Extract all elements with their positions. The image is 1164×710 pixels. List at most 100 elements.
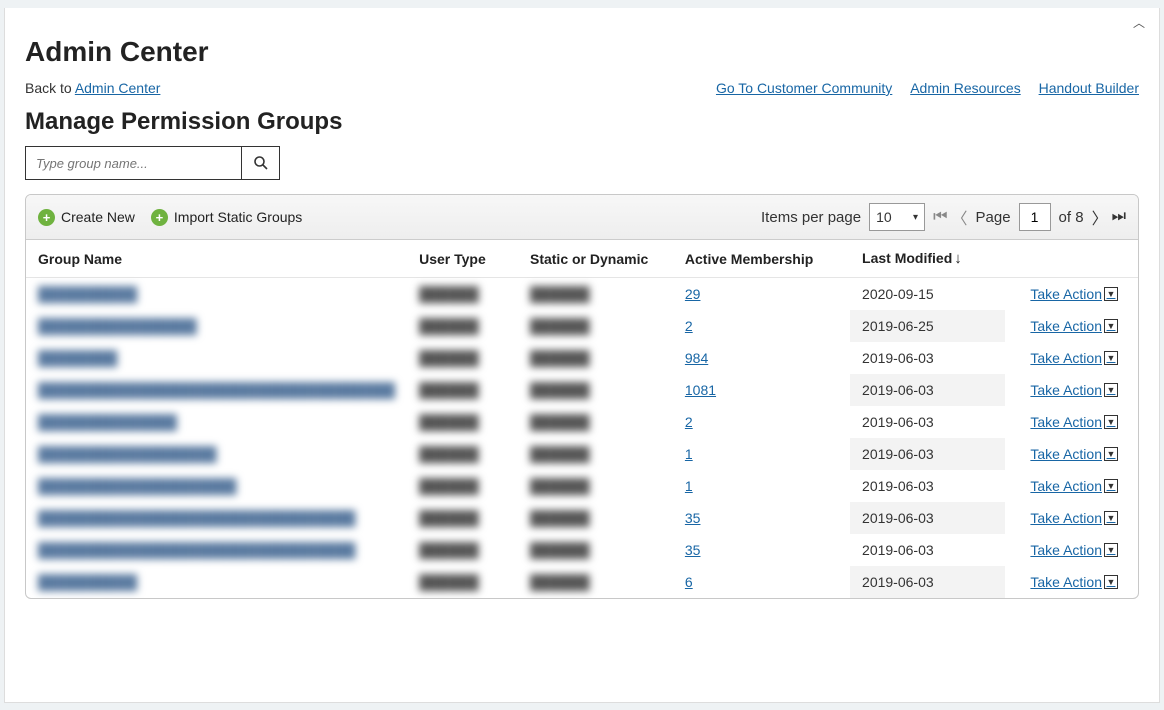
take-action-link[interactable]: Take Action▼ [1030,478,1118,494]
page-title: Admin Center [25,36,1139,68]
membership-link[interactable]: 2 [685,414,693,430]
first-page-icon[interactable]: ⏮ [933,208,947,226]
take-action-link[interactable]: Take Action▼ [1030,542,1118,558]
group-name-cell[interactable]: ████████████████████████████████████ [38,382,395,398]
membership-link[interactable]: 2 [685,318,693,334]
take-action-link[interactable]: Take Action▼ [1030,382,1118,398]
chevron-down-icon: ▼ [1104,351,1118,365]
membership-link[interactable]: 35 [685,510,701,526]
link-customer-community[interactable]: Go To Customer Community [716,80,892,96]
group-name-cell[interactable]: ████████████████████ [38,478,236,494]
col-user-type[interactable]: User Type [407,240,518,278]
membership-link[interactable]: 984 [685,350,708,366]
static-dynamic-cell: ██████ [530,446,590,462]
collapse-caret-icon[interactable]: ︿ [1133,14,1145,31]
chevron-down-icon: ▼ [1104,383,1118,397]
back-prefix: Back to [25,80,75,96]
take-action-link[interactable]: Take Action▼ [1030,286,1118,302]
static-dynamic-cell: ██████ [530,318,590,334]
page-label: Page [976,209,1011,226]
last-modified-cell: 2019-06-03 [850,406,1005,438]
static-dynamic-cell: ██████ [530,478,590,494]
last-modified-cell: 2019-06-03 [850,342,1005,374]
membership-link[interactable]: 1 [685,446,693,462]
last-modified-cell: 2019-06-03 [850,374,1005,406]
take-action-link[interactable]: Take Action▼ [1030,574,1118,590]
membership-link[interactable]: 6 [685,574,693,590]
prev-page-icon[interactable]: 〈 [951,205,967,229]
group-name-cell[interactable]: ██████████ [38,574,137,590]
user-type-cell: ██████ [419,510,479,526]
static-dynamic-cell: ██████ [530,286,590,302]
group-name-cell[interactable]: ██████████████ [38,414,177,430]
chevron-down-icon: ▼ [1104,415,1118,429]
import-static-button[interactable]: + Import Static Groups [151,209,302,226]
subheader-row: Back to Admin Center Go To Customer Comm… [5,74,1159,104]
user-type-cell: ██████ [419,318,479,334]
col-last-modified[interactable]: Last Modified↓ [850,240,1005,278]
top-links: Go To Customer Community Admin Resources… [702,80,1139,96]
link-admin-resources[interactable]: Admin Resources [910,80,1021,96]
group-name-cell[interactable]: ████████ [38,350,117,366]
static-dynamic-cell: ██████ [530,414,590,430]
take-action-link[interactable]: Take Action▼ [1030,510,1118,526]
group-name-cell[interactable]: ██████████ [38,286,137,302]
chevron-down-icon: ▼ [1104,447,1118,461]
back-link[interactable]: Admin Center [75,80,161,96]
pager-first-prev: ⏮ 〈 [933,205,967,229]
last-modified-cell: 2019-06-03 [850,502,1005,534]
user-type-cell: ██████ [419,574,479,590]
table-row: ████████████████████████████████12019-06… [26,470,1138,502]
last-modified-cell: 2019-06-03 [850,566,1005,598]
table-row: ██████████████████████████████12019-06-0… [26,438,1138,470]
header: Admin Center [5,8,1159,74]
last-page-icon[interactable]: ⏭ [1112,208,1126,226]
col-action [1005,240,1138,278]
user-type-cell: ██████ [419,286,479,302]
group-name-cell[interactable]: ██████████████████ [38,446,217,462]
import-static-label: Import Static Groups [174,209,302,225]
page-input[interactable] [1019,203,1051,231]
user-type-cell: ██████ [419,414,479,430]
create-new-button[interactable]: + Create New [38,209,135,226]
last-modified-cell: 2020-09-15 [850,278,1005,311]
table-row: ████████████████████████████████████████… [26,534,1138,566]
table-row: ████████████████████████████22019-06-25T… [26,310,1138,342]
group-name-cell[interactable]: ████████████████ [38,318,197,334]
group-name-cell[interactable]: ████████████████████████████████ [38,510,355,526]
groups-table: Group Name User Type Static or Dynamic A… [26,240,1138,598]
last-modified-cell: 2019-06-03 [850,470,1005,502]
toolbar-right: Items per page 10 ▾ ⏮ 〈 Page of 8 〉 ⏭ [761,203,1126,231]
take-action-link[interactable]: Take Action▼ [1030,414,1118,430]
table-row: ██████████████████████292020-09-15Take A… [26,278,1138,311]
group-name-cell[interactable]: ████████████████████████████████ [38,542,355,558]
page-of-label: of 8 [1059,209,1084,226]
chevron-down-icon: ▼ [1104,543,1118,557]
link-handout-builder[interactable]: Handout Builder [1039,80,1139,96]
membership-link[interactable]: 35 [685,542,701,558]
user-type-cell: ██████ [419,542,479,558]
static-dynamic-cell: ██████ [530,350,590,366]
search-input[interactable] [26,150,241,177]
col-active-membership[interactable]: Active Membership [673,240,850,278]
static-dynamic-cell: ██████ [530,382,590,398]
last-modified-cell: 2019-06-03 [850,438,1005,470]
col-group-name[interactable]: Group Name [26,240,407,278]
items-per-page-label: Items per page [761,209,861,226]
take-action-link[interactable]: Take Action▼ [1030,350,1118,366]
create-new-label: Create New [61,209,135,225]
page-container: ︿ Admin Center Back to Admin Center Go T… [4,8,1160,703]
user-type-cell: ██████ [419,382,479,398]
membership-link[interactable]: 1 [685,478,693,494]
next-page-icon[interactable]: 〉 [1092,205,1108,229]
search-button[interactable] [241,147,279,179]
plus-icon: + [151,209,168,226]
take-action-link[interactable]: Take Action▼ [1030,446,1118,462]
membership-link[interactable]: 29 [685,286,701,302]
take-action-link[interactable]: Take Action▼ [1030,318,1118,334]
membership-link[interactable]: 1081 [685,382,716,398]
col-static-dynamic[interactable]: Static or Dynamic [518,240,673,278]
chevron-down-icon: ▼ [1104,511,1118,525]
user-type-cell: ██████ [419,446,479,462]
items-per-page-select[interactable]: 10 ▾ [869,203,925,231]
